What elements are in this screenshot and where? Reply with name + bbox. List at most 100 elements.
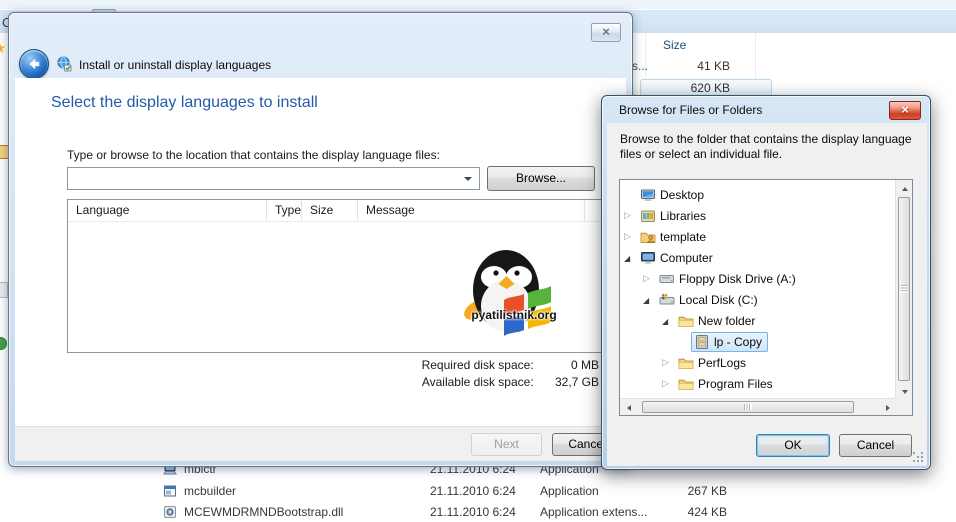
- available-space-value: 32,7 GB: [537, 374, 599, 391]
- disk-space-summary: Required disk space: 0 MB Available disk…: [422, 357, 599, 391]
- browse-button[interactable]: Browse...: [487, 166, 595, 191]
- expander-collapsed-icon[interactable]: [624, 210, 637, 221]
- ok-button[interactable]: OK: [756, 434, 830, 457]
- install-languages-dialog: × Install or uninstall display languages…: [8, 12, 633, 467]
- back-arrow-icon: [26, 56, 42, 72]
- expander-expanded-icon[interactable]: [643, 295, 656, 305]
- floppy-drive-icon: [659, 271, 675, 287]
- cancel-button[interactable]: Cancel: [839, 434, 912, 457]
- horizontal-scroll-thumb[interactable]: [642, 401, 854, 413]
- close-icon[interactable]: ×: [889, 101, 921, 120]
- scroll-up-button[interactable]: [896, 180, 913, 197]
- file-date: 21.11.2010 6:24: [430, 505, 516, 519]
- list-header: Language Type Size Message: [68, 200, 606, 222]
- triangle-left-icon: [627, 405, 631, 411]
- triangle-up-icon: [902, 187, 908, 191]
- folder-icon: [678, 355, 694, 371]
- tree-item-label: Libraries: [660, 209, 706, 223]
- expander-collapsed-icon[interactable]: [643, 273, 656, 284]
- favorites-star-icon: ★: [0, 39, 6, 57]
- tree-item-label: lp - Copy: [714, 335, 762, 349]
- tree-item-lp-copy[interactable]: lp - Copy: [620, 331, 896, 352]
- required-space-label: Required disk space:: [422, 357, 534, 374]
- location-combobox[interactable]: [67, 167, 480, 190]
- expander-collapsed-icon[interactable]: [624, 231, 637, 242]
- browse-folders-dialog: Browse for Files or Folders × Browse to …: [601, 95, 931, 470]
- tree-item-local-disk-c[interactable]: Local Disk (C:): [620, 289, 896, 310]
- tree-item-label: Computer: [660, 251, 713, 265]
- close-icon[interactable]: ×: [591, 23, 621, 42]
- language-pack-file-icon: [694, 334, 710, 350]
- location-label: Type or browse to the location that cont…: [67, 148, 440, 162]
- computer-icon: [640, 250, 656, 266]
- file-row[interactable]: mcbuilder 21.11.2010 6:24 Application 26…: [0, 483, 956, 499]
- column-header-message[interactable]: Message: [358, 200, 585, 221]
- expander-expanded-icon[interactable]: [662, 316, 675, 326]
- file-size: 424 KB: [630, 505, 727, 519]
- tree-item-label: Local Disk (C:): [679, 293, 758, 307]
- tree-item-label: New folder: [698, 314, 755, 328]
- wizard-footer: Next Cancel: [15, 426, 626, 461]
- watermark-logo: pyatilistnik.org: [452, 244, 576, 352]
- tree-rows: Desktop Libraries template Computer Flop: [620, 180, 896, 403]
- vertical-scroll-thumb[interactable]: [898, 197, 910, 381]
- column-header-type[interactable]: Type: [267, 200, 302, 221]
- tree-item-desktop[interactable]: Desktop: [620, 184, 896, 205]
- horizontal-scrollbar[interactable]: [620, 398, 896, 415]
- explorer-top-strip: [0, 0, 956, 10]
- scrollbar-fragment: [0, 282, 8, 298]
- page-title: Select the display languages to install: [51, 94, 318, 112]
- folder-tree: Desktop Libraries template Computer Flop: [619, 179, 913, 416]
- next-button[interactable]: Next: [471, 433, 542, 456]
- selected-tree-item[interactable]: lp - Copy: [691, 332, 768, 352]
- file-size: 267 KB: [630, 484, 727, 498]
- tree-item-computer[interactable]: Computer: [620, 247, 896, 268]
- tree-item-label: Program Files: [698, 377, 773, 391]
- required-space-value: 0 MB: [537, 357, 599, 374]
- tree-item-program-files[interactable]: Program Files: [620, 373, 896, 394]
- scroll-right-button[interactable]: [879, 399, 896, 416]
- column-header-size[interactable]: Size: [302, 200, 358, 221]
- folder-icon: [678, 313, 694, 329]
- back-button[interactable]: [19, 49, 49, 79]
- tree-item-label: Desktop: [660, 188, 704, 202]
- libraries-icon: [640, 208, 656, 224]
- available-space-label: Available disk space:: [422, 374, 534, 391]
- expander-collapsed-icon[interactable]: [662, 378, 675, 389]
- dialog-title: Browse for Files or Folders: [619, 103, 762, 117]
- tree-item-new-folder[interactable]: New folder: [620, 310, 896, 331]
- file-row[interactable]: MCEWMDRMNDBootstrap.dll 21.11.2010 6:24 …: [0, 504, 956, 520]
- watermark-text: pyatilistnik.org: [452, 308, 576, 322]
- size-column-header[interactable]: Size: [663, 38, 686, 52]
- vertical-scrollbar[interactable]: [895, 180, 912, 400]
- tree-item-label: PerfLogs: [698, 356, 746, 370]
- file-size-value: 41 KB: [660, 59, 730, 73]
- expander-collapsed-icon[interactable]: [662, 357, 675, 368]
- hard-disk-icon: [659, 292, 675, 308]
- application-window-icon: [163, 484, 177, 498]
- scroll-left-button[interactable]: [620, 399, 637, 416]
- drive-icon: [0, 337, 7, 350]
- column-header-language[interactable]: Language: [68, 200, 267, 221]
- triangle-down-icon: [902, 390, 908, 394]
- dialog-description: Browse to the folder that contains the d…: [620, 132, 920, 162]
- desktop-icon: [640, 187, 656, 203]
- expander-expanded-icon[interactable]: [624, 253, 637, 263]
- file-name: mcbuilder: [184, 484, 236, 498]
- tree-item-perflogs[interactable]: PerfLogs: [620, 352, 896, 373]
- tree-item-floppy-a[interactable]: Floppy Disk Drive (A:): [620, 268, 896, 289]
- tree-item-label: template: [660, 230, 706, 244]
- file-type: Application: [540, 484, 599, 498]
- triangle-right-icon: [886, 405, 890, 411]
- dialog-content: Browse to the folder that contains the d…: [607, 123, 927, 466]
- file-name: MCEWMDRMNDBootstrap.dll: [184, 505, 343, 519]
- display-language-icon: [56, 56, 72, 72]
- resize-grip[interactable]: [912, 451, 924, 463]
- file-name-fragment: s...: [632, 59, 648, 73]
- tree-item-template[interactable]: template: [620, 226, 896, 247]
- chevron-down-icon[interactable]: [464, 177, 472, 181]
- file-date: 21.11.2010 6:24: [430, 484, 516, 498]
- penguin-windows-logo: [452, 244, 576, 352]
- user-folder-icon: [640, 229, 656, 245]
- tree-item-libraries[interactable]: Libraries: [620, 205, 896, 226]
